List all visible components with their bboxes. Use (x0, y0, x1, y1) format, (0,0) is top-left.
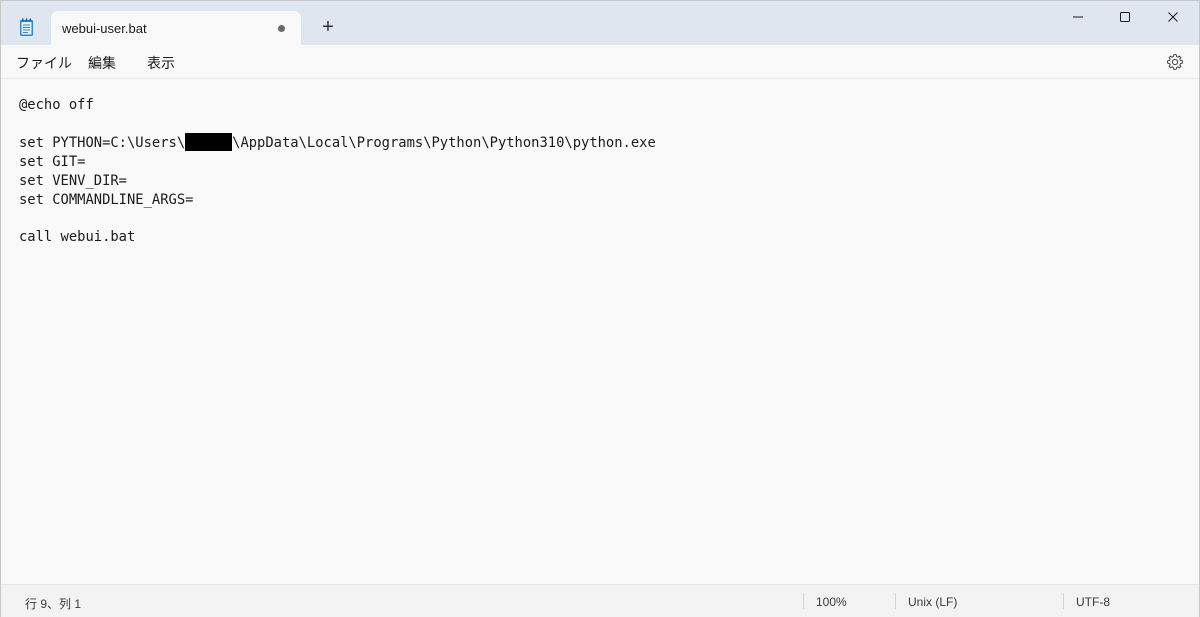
status-bar: 行 9、列 1 100% Unix (LF) UTF-8 (1, 584, 1199, 617)
menu-bar: ファイル 編集 表示 (1, 45, 1199, 79)
code-line: ​ (19, 115, 656, 134)
menu-file[interactable]: ファイル (16, 53, 72, 73)
code-line-prefix: set PYTHON=C:\Users\ (19, 135, 186, 152)
code-line: call webui.bat (19, 228, 136, 245)
code-line: @echo off (19, 97, 94, 113)
code-line: ​ (19, 209, 656, 228)
editor-content[interactable]: @echo off​set PYTHON=C:\Users\\AppData\L… (19, 96, 656, 247)
redacted-username (185, 133, 233, 152)
zoom-level[interactable]: 100% (816, 595, 847, 609)
gear-icon[interactable] (1166, 53, 1184, 71)
title-bar: webui-user.bat + (1, 1, 1199, 45)
code-line: set GIT= (19, 154, 86, 171)
code-line: set COMMANDLINE_ARGS= (19, 191, 194, 208)
maximize-icon (1120, 12, 1130, 22)
close-button[interactable] (1150, 1, 1196, 33)
minimize-button[interactable] (1055, 1, 1101, 33)
line-ending[interactable]: Unix (LF) (908, 595, 957, 609)
code-line-suffix: \AppData\Local\Programs\Python\Python310… (232, 135, 656, 152)
maximize-button[interactable] (1102, 1, 1148, 33)
code-line: set PYTHON=C:\Users\ \AppData\Local\Progr… (19, 133, 656, 153)
status-divider (1063, 593, 1064, 609)
cursor-position: 行 9、列 1 (25, 597, 82, 611)
notepad-icon (20, 18, 33, 36)
status-divider (895, 593, 896, 609)
status-divider (803, 593, 804, 609)
close-icon (1168, 12, 1178, 22)
new-tab-button[interactable]: + (317, 16, 339, 38)
notepad-window: webui-user.bat + ファイル 編集 表示 @echo off​se… (0, 0, 1200, 617)
encoding[interactable]: UTF-8 (1076, 595, 1110, 609)
minimize-icon (1073, 16, 1083, 18)
code-line: set VENV_DIR= (19, 172, 127, 189)
text-editor[interactable]: @echo off​set PYTHON=C:\Users\\AppData\L… (1, 80, 1199, 583)
tab-webui-user[interactable]: webui-user.bat (51, 11, 301, 45)
menu-edit[interactable]: 編集 (88, 53, 116, 73)
tab-title: webui-user.bat (62, 21, 147, 36)
menu-view[interactable]: 表示 (147, 53, 175, 73)
unsaved-dot-icon[interactable] (274, 21, 288, 35)
